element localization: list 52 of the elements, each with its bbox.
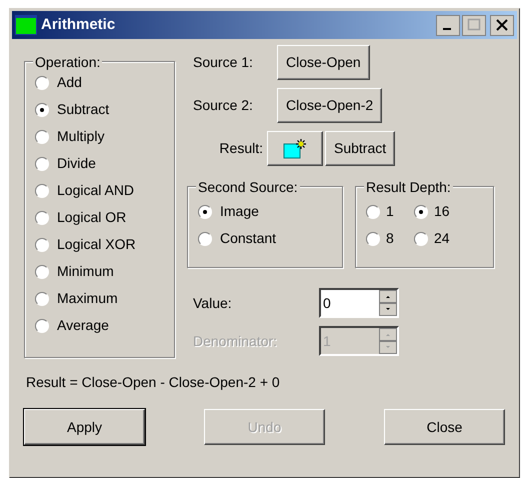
radio-label: Minimum	[57, 262, 114, 281]
result-label: Result:	[218, 139, 264, 158]
radio-button[interactable]	[366, 204, 380, 218]
source-button[interactable]: Close-Open-2	[277, 88, 382, 123]
radio-label: Divide	[57, 154, 96, 173]
radio-button[interactable]	[35, 318, 49, 332]
source-label: Source 2:	[193, 96, 254, 115]
dialog-button[interactable]: Apply	[24, 409, 145, 445]
radio-label: 1	[386, 202, 394, 221]
radio-button[interactable]	[35, 76, 49, 90]
window-title: Arithmetic	[41, 14, 116, 35]
radio-button[interactable]	[35, 238, 49, 252]
number-field[interactable]: 0	[319, 288, 399, 318]
radio-label: 16	[434, 202, 450, 221]
radio-button[interactable]	[35, 184, 49, 198]
radio-label: Image	[220, 202, 259, 221]
radio-button[interactable]	[35, 210, 49, 224]
source-label: Source 1:	[193, 53, 254, 72]
radio-label: Multiply	[57, 127, 104, 146]
radio-button[interactable]	[35, 156, 49, 170]
radio-label: Add	[57, 73, 82, 92]
spinner-icon[interactable]	[379, 290, 397, 316]
new-image-icon	[283, 138, 307, 160]
radio-button[interactable]	[198, 232, 212, 246]
radio-button[interactable]	[366, 232, 380, 246]
new-image-button[interactable]	[267, 131, 323, 166]
formula-text: Result = Close-Open - Close-Open-2 + 0	[26, 373, 281, 392]
close-icon[interactable]	[490, 14, 514, 36]
app-icon	[15, 15, 37, 35]
result-button[interactable]: Subtract	[325, 131, 396, 166]
radio-label: Constant	[220, 229, 276, 248]
radio-button[interactable]	[35, 264, 49, 278]
radio-label: 24	[434, 229, 450, 248]
radio-button[interactable]	[198, 204, 212, 218]
radio-label: Logical AND	[57, 181, 134, 200]
radio-label: Average	[57, 316, 109, 335]
radio-button[interactable]	[414, 204, 428, 218]
radio-label: Maximum	[57, 289, 118, 308]
field-label: Value:	[193, 294, 233, 312]
minimize-icon[interactable]	[436, 14, 460, 36]
source-button[interactable]: Close-Open	[277, 45, 370, 80]
radio-label: Subtract	[57, 100, 110, 119]
radio-button[interactable]	[35, 292, 49, 306]
radio-label: Logical XOR	[57, 235, 136, 254]
radio-label: 8	[386, 229, 394, 248]
radio-button[interactable]	[35, 130, 49, 144]
spinner-icon[interactable]	[379, 328, 397, 354]
field-value: 0	[322, 294, 332, 313]
radio-label: Logical OR	[57, 208, 126, 227]
dialog-button[interactable]: Close	[384, 409, 505, 445]
radio-button[interactable]	[414, 232, 428, 246]
radio-button[interactable]	[35, 102, 49, 116]
